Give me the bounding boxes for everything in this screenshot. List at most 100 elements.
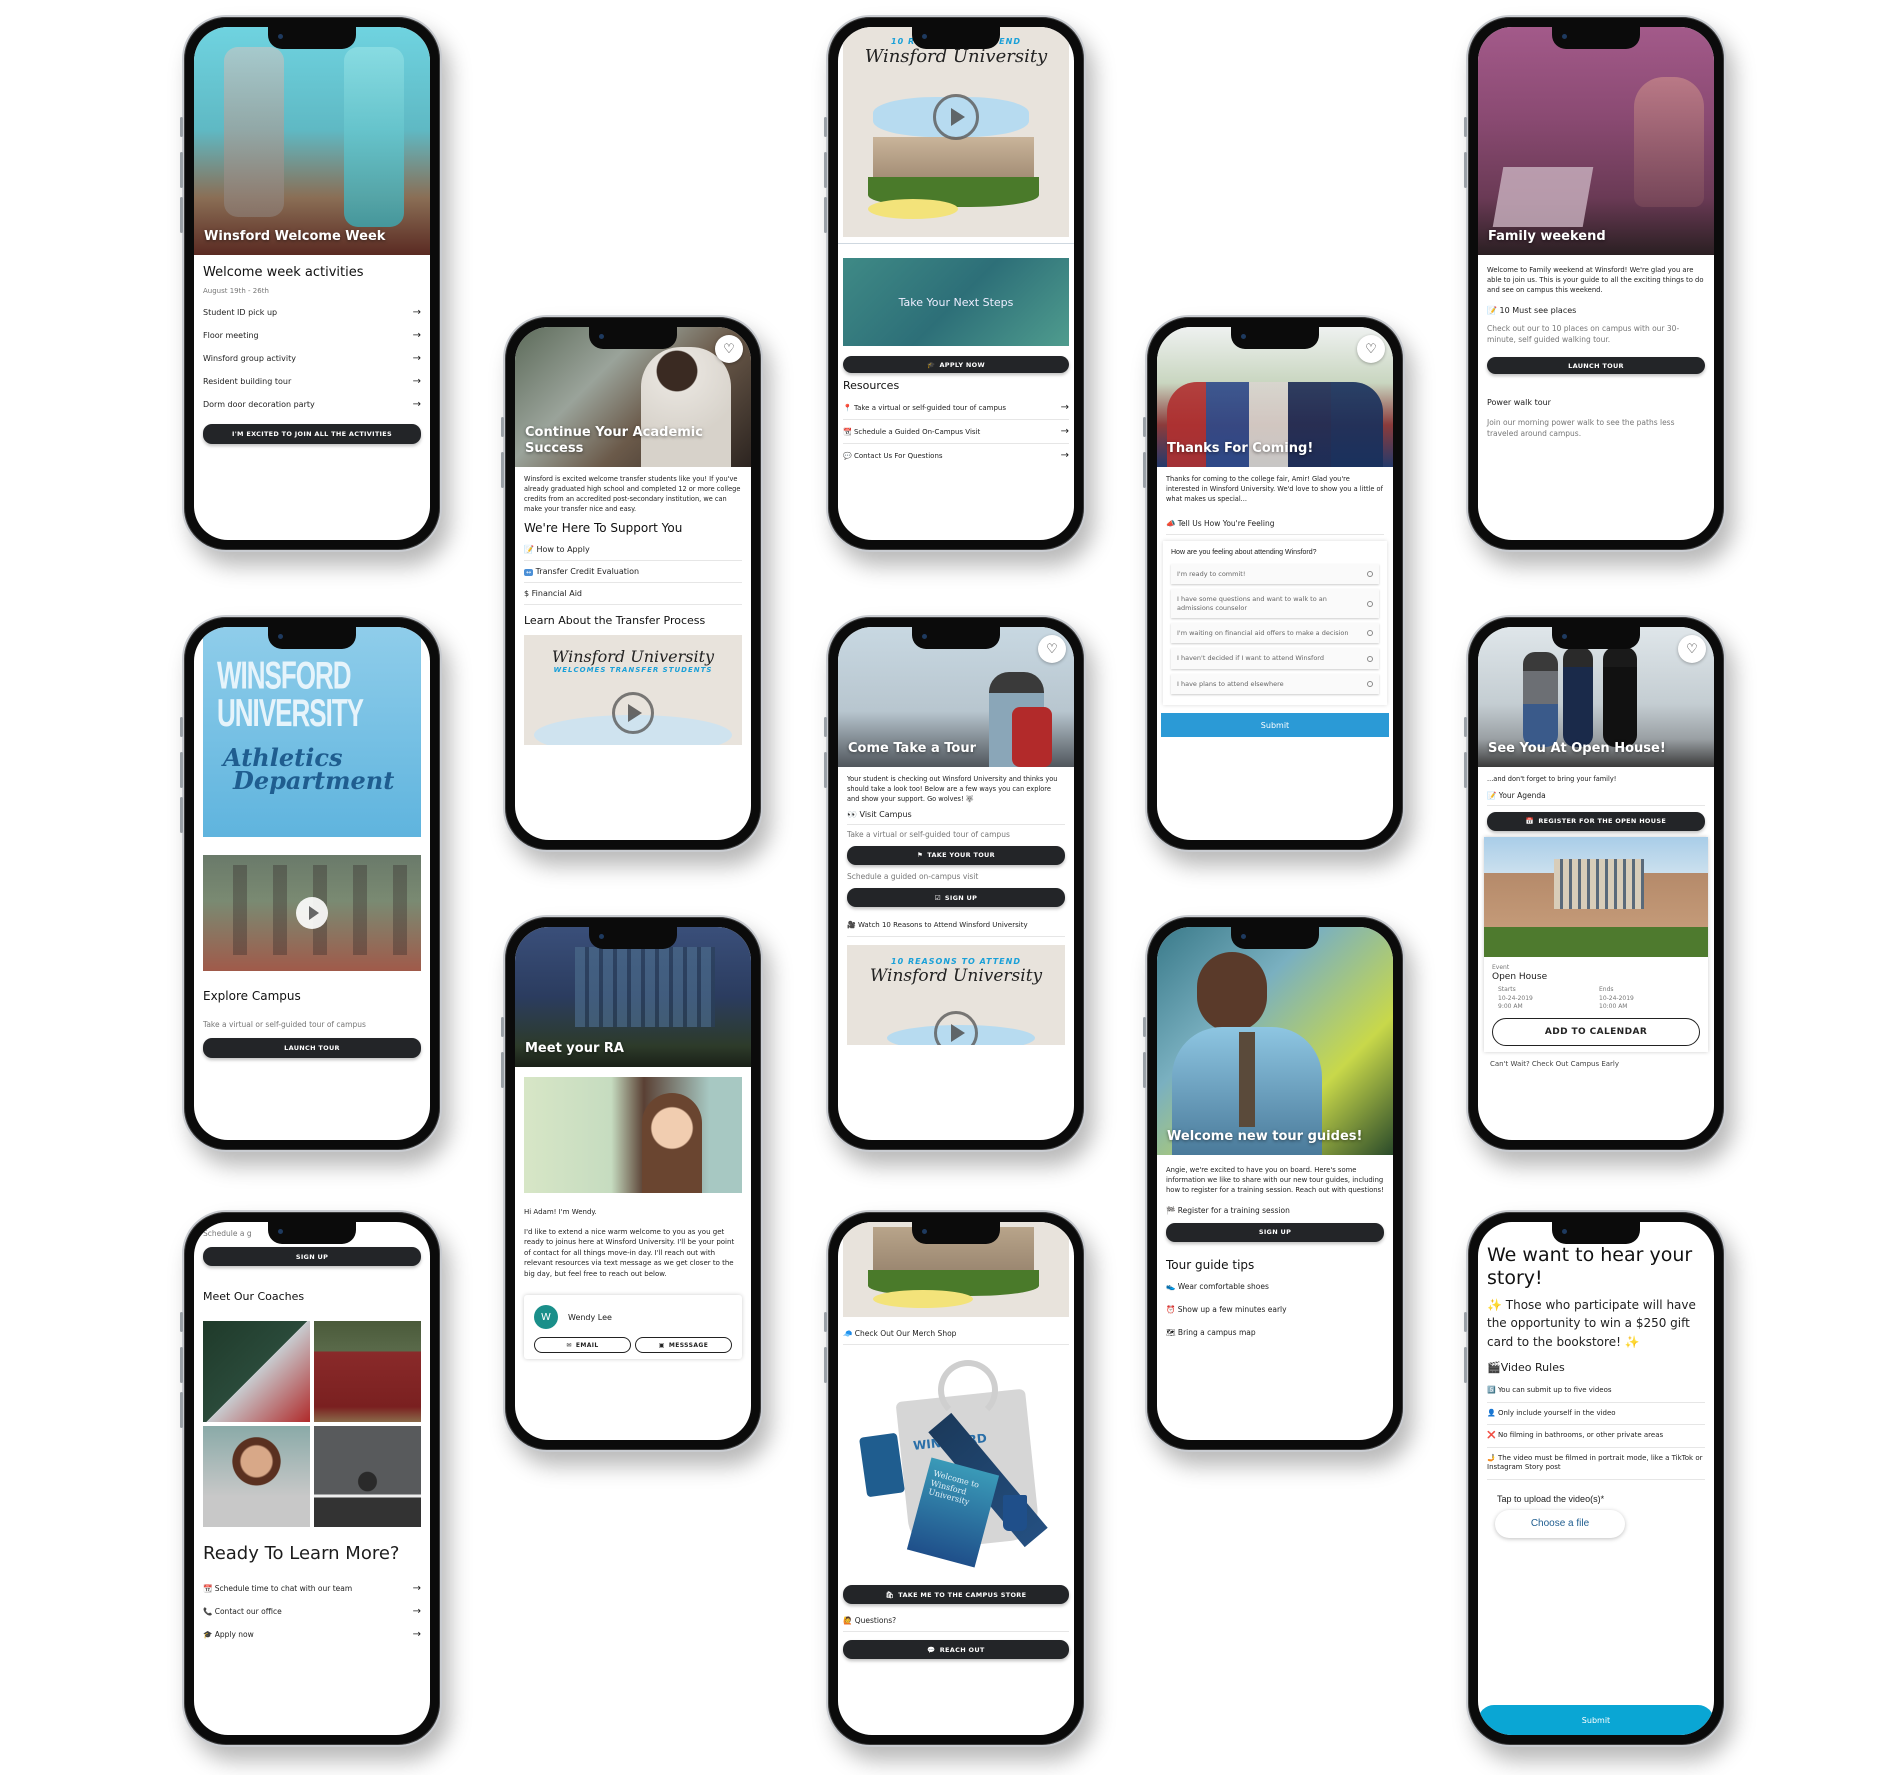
take-tour-button[interactable]: ⚑ TAKE YOUR TOUR — [847, 845, 1065, 865]
link-item[interactable]: 📆 Schedule time to chat with our team → — [203, 1577, 421, 1600]
story-heading: We want to hear your story! — [1487, 1244, 1693, 1289]
play-icon[interactable] — [296, 897, 328, 929]
event-start: Starts 10-24-2019 9:00 AM — [1498, 986, 1599, 1012]
message-button[interactable]: ▣ MESSSAGE — [635, 1337, 732, 1353]
radio-icon[interactable] — [1367, 600, 1373, 607]
power-walk-desc: Join our morning power walk to see the p… — [1487, 418, 1675, 439]
memo-icon: 📝 — [524, 544, 534, 554]
left-right-arrow-icon: ↔ — [524, 568, 534, 576]
submit-button[interactable]: Submit — [1478, 1705, 1714, 1735]
survey-option[interactable]: I have some questions and want to walk t… — [1171, 589, 1379, 618]
phone-coaches: Schedule a g SIGN UP Meet Our Coaches Re… — [180, 1210, 442, 1747]
email-button[interactable]: ✉ EMAIL — [534, 1337, 631, 1353]
coach-photo[interactable] — [314, 1321, 421, 1423]
launch-tour-button[interactable]: LAUNCH TOUR — [203, 1038, 421, 1059]
ends-label: Ends — [1599, 985, 1614, 993]
transfer-video[interactable]: Winsford University WELCOMES TRANSFER ST… — [524, 635, 742, 746]
must-see-desc: Check out our to 10 places on campus wit… — [1487, 323, 1680, 344]
tip-label: Wear comfortable shoes — [1177, 1281, 1269, 1291]
play-icon[interactable] — [934, 1011, 978, 1046]
list-item[interactable]: Winsford group activity → — [203, 347, 421, 370]
sign-up-button[interactable]: ☑ SIGN UP — [847, 888, 1065, 908]
sign-up-button[interactable]: SIGN UP — [203, 1247, 421, 1267]
coach-photo[interactable] — [203, 1426, 310, 1528]
item-label: Transfer Credit Evaluation — [535, 566, 640, 576]
link-item[interactable]: 📞 Contact our office → — [203, 1600, 421, 1623]
radio-icon[interactable] — [1367, 681, 1373, 688]
merch-shop-label: 🧢 Check Out Our Merch Shop — [843, 1323, 1069, 1345]
coaches-grid — [203, 1321, 421, 1528]
visit-campus-label: 👀 Visit Campus — [847, 805, 1065, 825]
questions-label: 🙋 Questions? — [843, 1610, 1069, 1632]
join-activities-button[interactable]: I'M EXCITED TO JOIN ALL THE ACTIVITIES — [203, 423, 421, 444]
resource-item[interactable]: 💬 Contact Us For Questions → — [843, 444, 1069, 467]
play-icon[interactable] — [612, 692, 654, 735]
button-label: REGISTER FOR THE OPEN HOUSE — [1538, 817, 1667, 826]
rule-item: ❌ No filming in bathrooms, or other priv… — [1487, 1425, 1705, 1448]
play-icon[interactable] — [933, 94, 979, 140]
greeting: Hi Adam! I'm Wendy. — [524, 1208, 597, 1216]
favorite-heart-icon[interactable]: ♡ — [715, 335, 743, 363]
hero-title: See You At Open House! — [1488, 740, 1666, 756]
sign-up-button[interactable]: SIGN UP — [1166, 1222, 1384, 1242]
intro-text: Welcome to Family weekend at Winsford! W… — [1487, 266, 1704, 295]
list-item[interactable]: Student ID pick up → — [203, 301, 421, 324]
list-item[interactable]: Resident building tour → — [203, 370, 421, 393]
map-icon: 🗺 — [1166, 1327, 1176, 1337]
link-item[interactable]: 🎓 Apply now → — [203, 1623, 421, 1646]
survey-option[interactable]: I haven't decided if I want to attend Wi… — [1171, 648, 1379, 669]
submit-button[interactable]: Submit — [1161, 713, 1389, 738]
calendar-icon: 📆 — [843, 427, 852, 436]
video-script-title: Winsford University — [869, 966, 1043, 987]
rule-item: 👤 Only include yourself in the video — [1487, 1403, 1705, 1426]
coach-photo[interactable] — [314, 1426, 421, 1528]
list-item-how-to-apply[interactable]: 📝 How to Apply — [524, 539, 742, 561]
radio-icon[interactable] — [1367, 655, 1373, 662]
reach-out-button[interactable]: 💬 REACH OUT — [843, 1640, 1069, 1659]
radio-icon[interactable] — [1367, 630, 1373, 637]
favorite-heart-icon[interactable]: ♡ — [1678, 635, 1706, 663]
event-label: Event — [1492, 963, 1510, 971]
list-item-transfer-credit[interactable]: ↔ Transfer Credit Evaluation — [524, 561, 742, 583]
option-label: I'm waiting on financial aid offers to m… — [1177, 628, 1349, 637]
button-label: MESSSAGE — [668, 1341, 709, 1349]
prize-text: ✨ Those who participate will have the op… — [1487, 1297, 1696, 1349]
favorite-heart-icon[interactable]: ♡ — [1038, 635, 1066, 663]
item-label: Take a virtual or self-guided tour of ca… — [853, 403, 1006, 412]
item-label: Dorm door decoration party — [203, 399, 315, 409]
launch-tour-button[interactable]: LAUNCH TOUR — [1487, 357, 1705, 375]
resource-item[interactable]: 📆 Schedule a Guided On-Campus Visit → — [843, 420, 1069, 444]
hero-image: Welcome new tour guides! — [1157, 927, 1393, 1155]
register-open-house-button[interactable]: 📅 REGISTER FOR THE OPEN HOUSE — [1487, 811, 1705, 831]
phone-icon: 📞 — [203, 1606, 213, 1616]
list-item[interactable]: Dorm door decoration party → — [203, 393, 421, 416]
reasons-video[interactable]: 10 REASONS TO ATTEND Winsford University — [847, 945, 1065, 1046]
reasons-video[interactable]: 10 REASONS TO ATTEND Winsford University — [843, 27, 1069, 237]
next-steps-banner: Take Your Next Steps — [843, 258, 1069, 346]
survey-option[interactable]: I'm waiting on financial aid offers to m… — [1171, 622, 1379, 644]
hero-title: Continue Your Academic Success — [525, 424, 703, 456]
list-item-financial-aid[interactable]: $ Financial Aid — [524, 583, 742, 605]
list-item[interactable]: Floor meeting → — [203, 324, 421, 347]
survey-option[interactable]: I'm ready to commit! — [1171, 563, 1379, 585]
feeling-section-label: 📣 Tell Us How You're Feeling — [1166, 513, 1384, 535]
survey-option[interactable]: I have plans to attend elsewhere — [1171, 673, 1379, 695]
phone-welcome-week: Winsford Welcome Week Welcome week activ… — [180, 15, 442, 552]
apply-now-button[interactable]: 🎓 APPLY NOW — [843, 356, 1069, 373]
campus-store-button[interactable]: 🛍 TAKE ME TO THE CAMPUS STORE — [843, 1585, 1069, 1604]
radio-icon[interactable] — [1367, 570, 1373, 577]
notch — [268, 27, 356, 49]
add-to-calendar-button[interactable]: ADD TO CALENDAR — [1492, 1017, 1700, 1046]
notch — [1552, 627, 1640, 649]
coach-photo[interactable] — [203, 1321, 310, 1423]
option-label: I have some questions and want to walk t… — [1177, 595, 1327, 612]
choose-file-button[interactable]: Choose a file — [1495, 1509, 1625, 1538]
favorite-heart-icon[interactable]: ♡ — [1357, 335, 1385, 363]
arrow-right-icon: → — [1060, 450, 1069, 461]
envelope-icon: ✉ — [566, 1341, 572, 1349]
track-video[interactable] — [203, 855, 421, 971]
tip-label: Bring a campus map — [1177, 1327, 1256, 1337]
arrow-right-icon: → — [412, 329, 421, 341]
resource-item[interactable]: 📍 Take a virtual or self-guided tour of … — [843, 396, 1069, 420]
phone-tour: ♡ Come Take a Tour Your student is check… — [824, 615, 1086, 1152]
